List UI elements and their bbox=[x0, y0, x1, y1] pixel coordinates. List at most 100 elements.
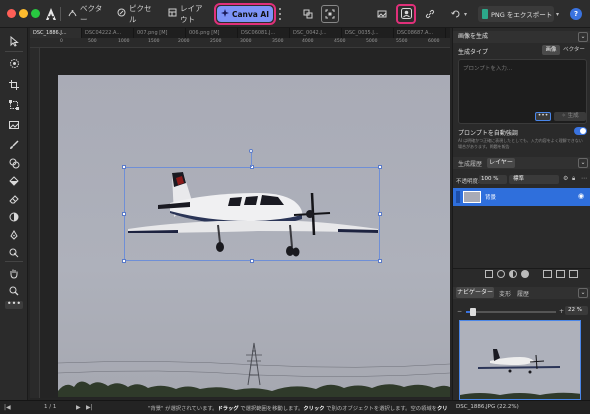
selection-handle[interactable] bbox=[378, 212, 382, 216]
tab-navigator[interactable]: ナビゲーター bbox=[456, 287, 494, 298]
undo-dropdown-chevron-icon[interactable]: ▾ bbox=[464, 11, 467, 18]
doc-tab[interactable]: DSC_1886.J... bbox=[30, 28, 82, 38]
rotation-handle[interactable] bbox=[249, 149, 253, 153]
hand-tool-icon[interactable] bbox=[5, 266, 23, 280]
generate-button[interactable]: ✧ 生成 bbox=[554, 112, 586, 121]
opacity-field[interactable]: 100 % bbox=[479, 175, 507, 184]
collapse-chevron-icon[interactable]: ⌄ bbox=[578, 32, 588, 42]
canva-ai-button[interactable]: Canva AI bbox=[214, 3, 276, 25]
zoom-slider-thumb[interactable] bbox=[470, 308, 476, 316]
page-last-icon[interactable]: ▶| bbox=[86, 404, 93, 411]
generation-type-label: 生成タイプ bbox=[458, 49, 489, 56]
layer-row-background[interactable]: 背景 ◉ bbox=[453, 188, 590, 206]
more-tools-icon[interactable]: ••• bbox=[5, 300, 23, 309]
blend-mode-select[interactable]: 標準 bbox=[509, 175, 559, 184]
live-filter-icon[interactable] bbox=[521, 270, 529, 278]
clone-tool-icon[interactable] bbox=[5, 156, 23, 170]
ruler-mark: 500 bbox=[88, 39, 97, 44]
zoom-out-icon[interactable]: − bbox=[457, 308, 462, 315]
selection-handle[interactable] bbox=[122, 212, 126, 216]
eraser-tool-icon[interactable] bbox=[5, 192, 23, 206]
text-tool-icon[interactable] bbox=[5, 246, 23, 260]
tab-transform[interactable]: 変形 bbox=[499, 289, 511, 298]
zoom-window-button[interactable] bbox=[31, 9, 40, 18]
brush-tool-icon[interactable] bbox=[5, 138, 23, 152]
doc-tab[interactable]: DSC04222.A... bbox=[82, 28, 134, 38]
ruler-mark: 5000 bbox=[366, 39, 378, 44]
vector-persona-button[interactable]: ベクター bbox=[63, 4, 109, 24]
delete-layer-icon[interactable] bbox=[569, 270, 578, 278]
zoom-slider-track[interactable] bbox=[466, 311, 556, 313]
prompt-options-icon[interactable]: ••• bbox=[535, 112, 551, 121]
type-vector-toggle[interactable]: ベクター bbox=[561, 45, 587, 55]
doc-tab[interactable]: 007.png [M] bbox=[134, 28, 186, 38]
opacity-label: 不透明度: bbox=[456, 179, 480, 185]
fill-tool-icon[interactable] bbox=[5, 174, 23, 188]
ruler-mark: 4000 bbox=[302, 39, 314, 44]
selection-handle[interactable] bbox=[122, 259, 126, 263]
layer-visibility-eye-icon[interactable]: ◉ bbox=[578, 192, 584, 200]
selection-handle[interactable] bbox=[378, 259, 382, 263]
pen-tool-icon[interactable] bbox=[5, 228, 23, 242]
doc-tab[interactable]: DSC08687.A... bbox=[394, 28, 446, 38]
layout-persona-button[interactable]: レイアウト bbox=[163, 4, 213, 24]
type-image-toggle[interactable]: 画像 bbox=[542, 45, 560, 55]
generate-image-button[interactable] bbox=[396, 4, 416, 24]
export-dropdown-chevron-icon[interactable]: ▾ bbox=[556, 11, 559, 18]
group-icon[interactable] bbox=[543, 270, 552, 278]
ai-person-icon bbox=[400, 7, 412, 21]
page-next-icon[interactable]: ▶ bbox=[76, 404, 81, 411]
auto-enhance-toggle[interactable] bbox=[574, 127, 587, 135]
link-icon[interactable] bbox=[421, 5, 439, 23]
layout-icon bbox=[168, 8, 177, 20]
snapping-icon[interactable] bbox=[321, 5, 339, 23]
crop-tool-icon[interactable] bbox=[5, 78, 23, 92]
tab-layers[interactable]: レイヤー bbox=[487, 158, 515, 168]
more-options-icon[interactable] bbox=[279, 8, 282, 20]
transform-tool-icon[interactable] bbox=[5, 98, 23, 112]
navigator-preview[interactable] bbox=[459, 320, 581, 400]
layer-thumbnail bbox=[463, 191, 481, 203]
move-tool-icon[interactable] bbox=[5, 34, 23, 48]
layer-more-icon[interactable]: ⋯ bbox=[581, 175, 587, 182]
zoom-in-icon[interactable]: + bbox=[559, 308, 564, 315]
place-image-tool-icon[interactable] bbox=[5, 118, 23, 132]
file-info: DSC_1886.JPG (22.2%) bbox=[456, 404, 519, 410]
tab-history[interactable]: 履歴 bbox=[517, 289, 529, 298]
export-png-button[interactable]: PNG をエクスポート bbox=[478, 6, 554, 22]
doc-tab[interactable]: DSC06081.J... bbox=[238, 28, 290, 38]
navigator-collapse-chevron-icon[interactable]: ⌄ bbox=[578, 288, 588, 298]
close-window-button[interactable] bbox=[7, 9, 16, 18]
layer-settings-icon[interactable]: ⚙ bbox=[563, 175, 568, 182]
gradient-tool-icon[interactable] bbox=[5, 210, 23, 224]
selection-brush-tool-icon[interactable] bbox=[5, 56, 23, 70]
selection-handle[interactable] bbox=[378, 165, 382, 169]
page-first-icon[interactable]: |◀ bbox=[4, 404, 11, 411]
mask-icon[interactable] bbox=[497, 270, 505, 278]
tab-generation-history[interactable]: 生成履歴 bbox=[458, 159, 482, 168]
adjustment-icon[interactable] bbox=[509, 270, 517, 278]
lock-icon[interactable]: 🔒︎ bbox=[572, 175, 575, 183]
top-toolbar: ベクター ピクセル レイアウト Canva AI ▾ PNG をエクスポート ▾… bbox=[0, 0, 590, 28]
pixel-persona-label: ピクセル bbox=[129, 4, 152, 24]
doc-tab[interactable]: DSC_0042.J... bbox=[290, 28, 342, 38]
help-button[interactable]: ? bbox=[570, 8, 582, 20]
app-logo-icon[interactable] bbox=[44, 6, 58, 22]
arrange-icon[interactable] bbox=[299, 5, 317, 23]
generate-image-title: 画像を生成 bbox=[458, 33, 489, 40]
ruler-mark: 0 bbox=[60, 39, 63, 44]
add-layer-icon[interactable] bbox=[556, 270, 565, 278]
zoom-field[interactable]: 22 % bbox=[565, 306, 588, 315]
image-icon[interactable] bbox=[373, 5, 391, 23]
layers-collapse-chevron-icon[interactable]: ⌄ bbox=[578, 158, 588, 168]
zoom-tool-icon[interactable] bbox=[5, 284, 23, 298]
pixel-persona-button[interactable]: ピクセル bbox=[112, 4, 160, 24]
undo-icon[interactable] bbox=[447, 5, 465, 23]
minimize-window-button[interactable] bbox=[19, 9, 28, 18]
selection-handle[interactable] bbox=[122, 165, 126, 169]
layer-fx-icon[interactable] bbox=[485, 270, 493, 278]
selection-bounding-box[interactable] bbox=[124, 167, 380, 261]
doc-tab[interactable]: 006.png [M] bbox=[186, 28, 238, 38]
selection-handle[interactable] bbox=[250, 259, 254, 263]
doc-tab[interactable]: DSC_0035.J... bbox=[342, 28, 394, 38]
